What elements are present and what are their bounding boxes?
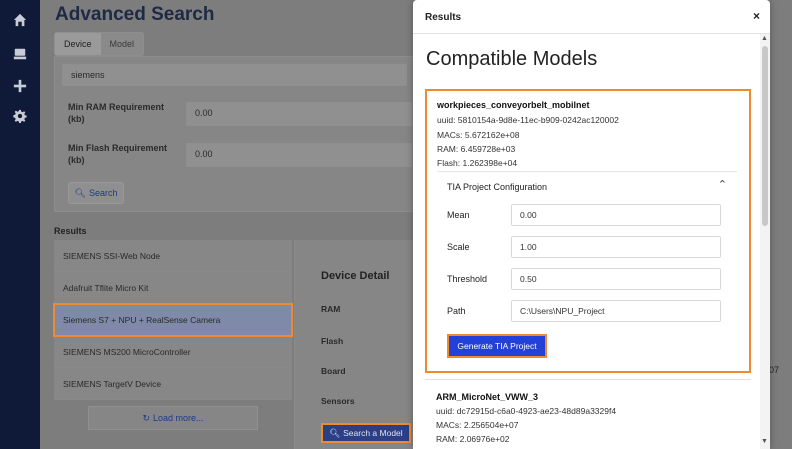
- plus-icon[interactable]: [10, 76, 30, 96]
- modal-header: Results ×: [413, 0, 770, 34]
- load-more-button[interactable]: ↻ Load more...: [88, 406, 258, 430]
- threshold-input[interactable]: 0.50: [511, 268, 721, 290]
- min-flash-label: Min Flash Requirement (kb): [68, 143, 168, 165]
- tab-model[interactable]: Model: [101, 33, 144, 55]
- detail-field-board: Board: [321, 366, 346, 376]
- model-flash: Flash: 1.262398e+04: [437, 158, 518, 168]
- tia-config-accordion: TIA Project Configuration ⌃ Mean 0.00 Sc…: [437, 171, 737, 367]
- min-ram-label: Min RAM Requirement (kb): [68, 102, 165, 124]
- search-button[interactable]: 🔍︎ Search: [68, 182, 124, 204]
- scale-input[interactable]: 1.00: [511, 236, 721, 258]
- gear-icon[interactable]: [10, 106, 30, 126]
- model-ram: RAM: 2.06976e+02: [436, 434, 510, 444]
- mean-input[interactable]: 0.00: [511, 204, 721, 226]
- search-input[interactable]: siemens: [62, 64, 407, 86]
- results-heading: Results: [54, 226, 87, 236]
- detail-field-flash: Flash: [321, 336, 344, 346]
- modal-body: Compatible Models workpieces_conveyorbel…: [413, 34, 770, 449]
- model-uuid: uuid: dc72915d-c6a0-4923-ae23-48d89a3329…: [436, 406, 617, 416]
- mean-label: Mean: [447, 210, 470, 220]
- model-ram: RAM: 6.459728e+03: [437, 144, 516, 154]
- scale-label: Scale: [447, 242, 470, 252]
- model-name: workpieces_conveyorbelt_mobilnet: [437, 100, 590, 110]
- search-type-tabs: Device Model: [54, 32, 145, 56]
- threshold-label: Threshold: [447, 274, 488, 284]
- scrollbar-thumb[interactable]: [762, 46, 768, 226]
- generate-tia-project-button[interactable]: Generate TIA Project: [447, 334, 547, 358]
- model-card: ARM_MicroNet_VWW_3 uuid: dc72915d-c6a0-4…: [425, 379, 751, 449]
- list-item[interactable]: SIEMENS TargetV Device: [54, 368, 292, 400]
- list-item[interactable]: SIEMENS MS200 MicroController: [54, 336, 292, 368]
- detail-field-sensors: Sensors: [321, 396, 355, 406]
- min-ram-input[interactable]: 0.00: [186, 102, 412, 126]
- refresh-icon: ↻: [142, 412, 150, 423]
- load-more-row: ↻ Load more...: [54, 402, 292, 434]
- search-icon: 🔍︎: [74, 187, 86, 198]
- list-item-selected[interactable]: Siemens S7 + NPU + RealSense Camera: [53, 303, 293, 337]
- path-label: Path: [447, 306, 466, 316]
- chevron-up-icon[interactable]: ⌃: [718, 178, 727, 191]
- modal-title: Results: [425, 12, 462, 23]
- model-macs: MACs: 5.672162e+08: [437, 130, 520, 140]
- close-icon[interactable]: ×: [753, 9, 760, 23]
- stray-text: 07: [769, 365, 780, 375]
- min-flash-input[interactable]: 0.00: [186, 143, 412, 167]
- search-icon: 🔍︎: [329, 427, 341, 438]
- results-modal: Results × Compatible Models workpieces_c…: [413, 0, 770, 449]
- model-name: ARM_MicroNet_VWW_3: [436, 392, 539, 402]
- tab-device[interactable]: Device: [55, 33, 101, 55]
- nav-rail: [0, 0, 40, 449]
- compatible-models-heading: Compatible Models: [426, 48, 598, 70]
- page-title: Advanced Search: [55, 4, 215, 25]
- list-item[interactable]: SIEMENS SSI-Web Node: [54, 240, 292, 272]
- path-input[interactable]: C:\Users\NPU_Project: [511, 300, 721, 322]
- stack-icon[interactable]: [10, 44, 30, 64]
- tia-config-title[interactable]: TIA Project Configuration: [447, 182, 547, 192]
- model-card: workpieces_conveyorbelt_mobilnet uuid: 5…: [425, 89, 751, 373]
- search-a-model-button[interactable]: 🔍︎ Search a Model: [321, 423, 411, 443]
- device-detail-title: Device Detail: [321, 270, 390, 282]
- modal-scrollbar[interactable]: ▲ ▼: [760, 34, 770, 449]
- detail-field-ram: RAM: [321, 304, 341, 314]
- home-icon[interactable]: [10, 10, 30, 30]
- list-item[interactable]: Adafruit Tflite Micro Kit: [54, 272, 292, 304]
- scroll-down-icon[interactable]: ▼: [761, 438, 768, 445]
- search-a-model-label: Search a Model: [343, 428, 403, 438]
- load-more-label: Load more...: [153, 413, 204, 423]
- model-macs: MACs: 2.256504e+07: [436, 420, 519, 430]
- model-uuid: uuid: 5810154a-9d8e-11ec-b909-0242ac1200…: [437, 115, 619, 125]
- search-button-label: Search: [88, 188, 118, 198]
- results-list: SIEMENS SSI-Web Node Adafruit Tflite Mic…: [53, 240, 293, 400]
- scroll-up-icon[interactable]: ▲: [761, 35, 768, 42]
